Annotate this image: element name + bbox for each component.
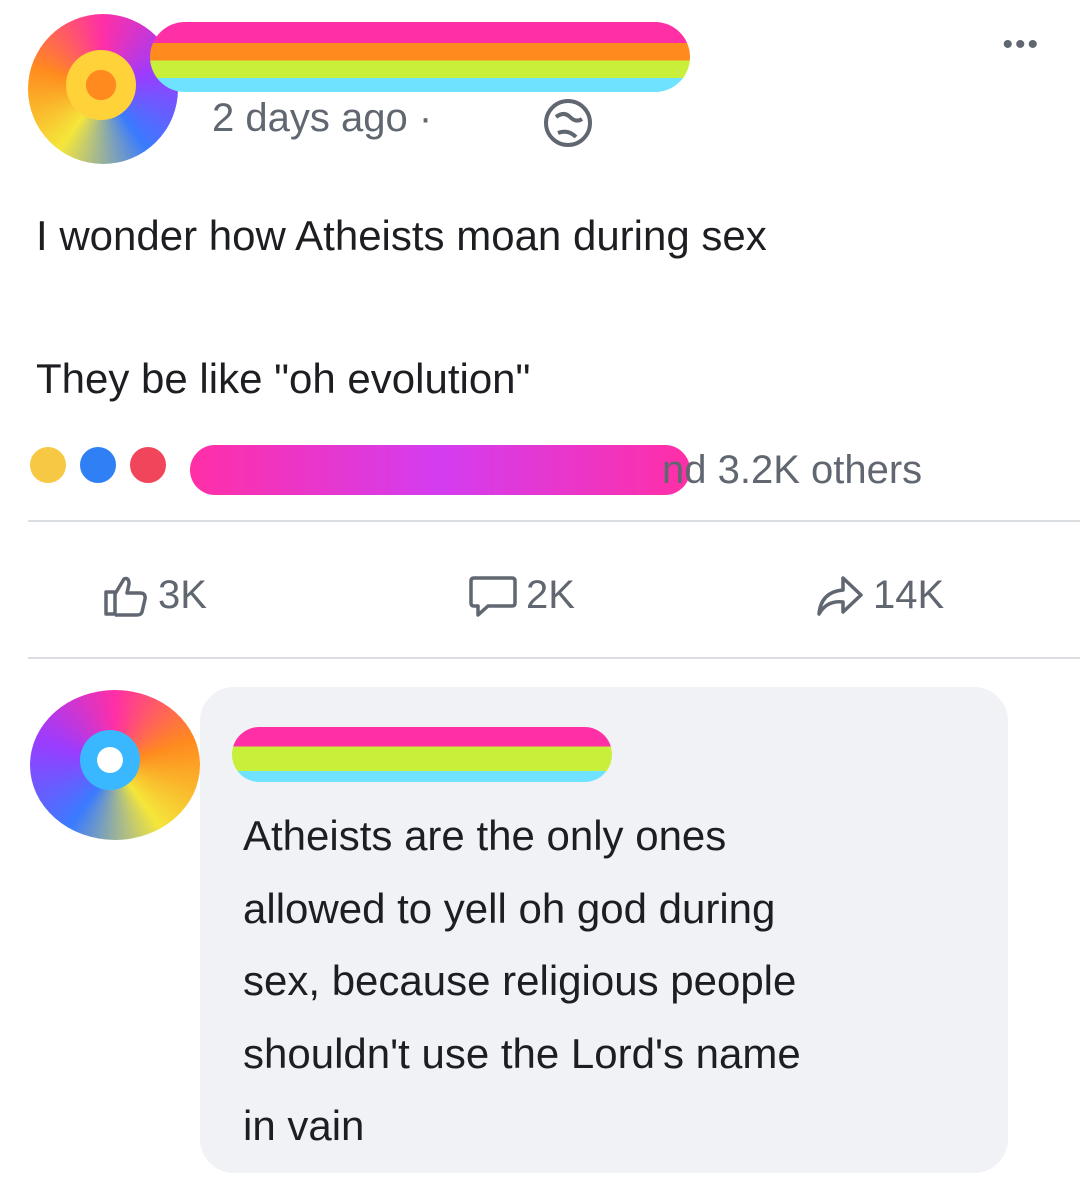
comment-text: Atheists are the only ones allowed to ye… <box>243 812 801 1149</box>
divider <box>28 520 1080 522</box>
post-timestamp[interactable]: 2 days ago · <box>212 96 432 141</box>
like-button[interactable]: 3K <box>100 565 207 625</box>
commenter-name-redacted[interactable] <box>232 727 612 782</box>
share-count: 14K <box>873 572 945 617</box>
comment-bubble-icon <box>469 576 517 617</box>
ellipsis-icon[interactable]: ••• <box>1002 28 1040 62</box>
love-icon[interactable] <box>128 445 168 485</box>
share-button[interactable]: 14K <box>815 565 944 625</box>
thumbs-up-icon <box>104 576 147 617</box>
comment-button[interactable]: 2K <box>468 565 575 625</box>
share-arrow-icon <box>817 576 863 616</box>
haha-icon[interactable] <box>28 445 68 485</box>
like-icon[interactable] <box>78 445 118 485</box>
commenter-avatar[interactable] <box>30 690 200 840</box>
post-text-line-1: I wonder how Atheists moan during sex <box>36 212 767 259</box>
post-text-line-2: They be like "oh evolution" <box>36 355 531 402</box>
like-count: 3K <box>158 572 207 617</box>
globe-icon <box>544 99 592 147</box>
reactor-names-redacted[interactable] <box>190 445 690 495</box>
reaction-summary[interactable]: nd 3.2K others <box>662 448 922 493</box>
comment-count: 2K <box>526 572 575 617</box>
post-author-name-redacted[interactable] <box>150 22 690 92</box>
divider <box>28 657 1080 659</box>
